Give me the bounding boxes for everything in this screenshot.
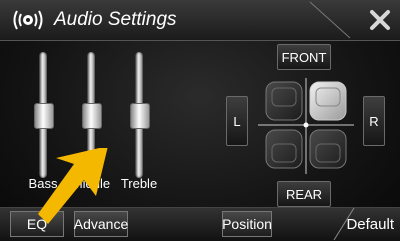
seat-front-left[interactable]: [265, 81, 303, 121]
title-bar: Audio Settings: [0, 0, 400, 41]
audio-settings-screen: Audio Settings Bass Middle Treble FRONT …: [0, 0, 400, 241]
treble-slider[interactable]: [130, 52, 150, 178]
balance-point[interactable]: [303, 122, 309, 128]
close-icon: [370, 10, 390, 30]
seat-rear-left[interactable]: [265, 129, 303, 169]
treble-label: Treble: [120, 176, 158, 191]
seat-rear-right[interactable]: [309, 129, 347, 169]
slider-knob[interactable]: [130, 103, 150, 129]
default-button[interactable]: Default: [338, 207, 400, 241]
page-title: Audio Settings: [54, 9, 177, 30]
bass-slider[interactable]: [34, 52, 54, 178]
close-button[interactable]: [366, 6, 394, 34]
slider-knob[interactable]: [34, 103, 54, 129]
car-seats-diagram[interactable]: [258, 78, 354, 174]
right-button[interactable]: R: [363, 96, 385, 146]
left-button[interactable]: L: [226, 96, 248, 146]
seat-front-right[interactable]: [309, 81, 347, 121]
tab-position[interactable]: Position: [222, 211, 272, 237]
front-button[interactable]: FRONT: [277, 44, 331, 70]
middle-slider[interactable]: [82, 52, 102, 178]
title-divider: [309, 1, 351, 39]
tab-eq[interactable]: EQ: [10, 211, 64, 237]
rear-button[interactable]: REAR: [277, 181, 331, 207]
speaker-icon: [13, 10, 43, 30]
slider-knob[interactable]: [82, 103, 102, 129]
tab-advance[interactable]: Advance: [74, 211, 128, 237]
